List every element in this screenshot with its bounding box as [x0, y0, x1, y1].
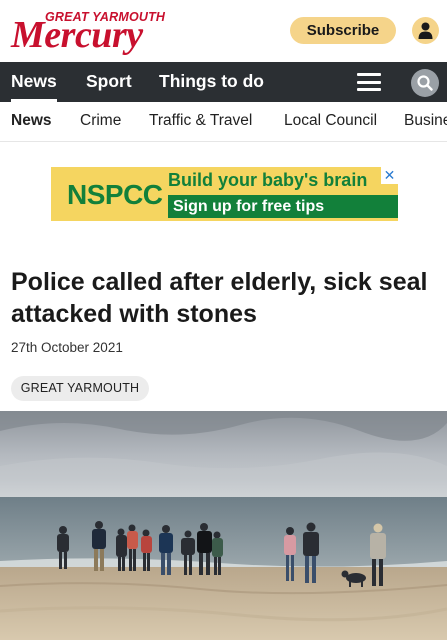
ad-cta-button[interactable]: Sign up for free tips [168, 195, 398, 218]
account-button[interactable] [412, 17, 439, 44]
article-headline: Police called after elderly, sick seal a… [11, 268, 428, 328]
beach-scene-image [0, 411, 447, 640]
nav-item-sport[interactable]: Sport [86, 62, 132, 102]
logo-wordmark: Mercury [11, 14, 143, 56]
subscribe-button[interactable]: Subscribe [290, 17, 396, 44]
search-icon [417, 75, 433, 91]
location-tag[interactable]: GREAT YARMOUTH [11, 376, 149, 401]
subnav-item-crime[interactable]: Crime [80, 102, 121, 141]
subnav-item-news[interactable]: News [11, 102, 52, 141]
advert-banner[interactable]: NSPCC Build your baby's brain Sign up fo… [51, 167, 398, 221]
sub-nav: News Crime Traffic & Travel Local Counci… [0, 102, 447, 142]
nav-item-news[interactable]: News [11, 62, 57, 102]
ad-headline: Build your baby's brain [168, 170, 368, 190]
subnav-item-traffic-travel[interactable]: Traffic & Travel [149, 102, 252, 141]
site-logo[interactable]: GREAT YARMOUTH Mercury [11, 10, 165, 56]
article-date: 27th October 2021 [11, 340, 123, 355]
main-nav: News Sport Things to do [0, 62, 447, 102]
search-button[interactable] [411, 69, 439, 97]
close-icon[interactable]: ✕ [381, 167, 398, 184]
subnav-item-local-council[interactable]: Local Council [284, 102, 377, 141]
nav-item-things-to-do[interactable]: Things to do [159, 62, 264, 102]
site-header: GREAT YARMOUTH Mercury Subscribe [0, 0, 447, 62]
hamburger-icon[interactable] [357, 72, 381, 92]
user-icon [418, 22, 433, 39]
subnav-item-business[interactable]: Business [404, 102, 447, 141]
article-photo [0, 411, 447, 640]
ad-brand-logo: NSPCC [67, 179, 163, 210]
